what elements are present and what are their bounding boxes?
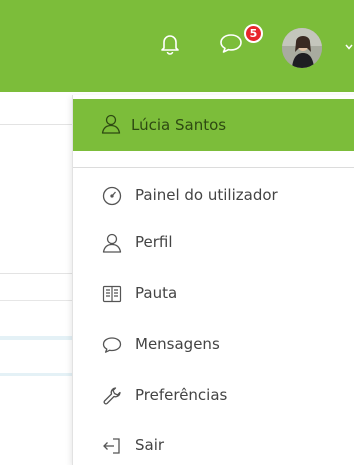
menu-item-preferences[interactable]: Preferências: [73, 377, 354, 415]
menu-item-grades[interactable]: Pauta: [73, 275, 354, 313]
menu-user-header[interactable]: Lúcia Santos: [73, 99, 354, 151]
bell-icon[interactable]: [158, 31, 182, 57]
divider: [0, 124, 72, 125]
wrench-icon: [101, 385, 123, 407]
menu-item-dashboard[interactable]: Painel do utilizador: [73, 177, 354, 215]
divider: [0, 373, 72, 376]
menu-divider: [73, 167, 354, 168]
user-icon: [101, 232, 123, 254]
messages-count-badge: 5: [244, 24, 263, 43]
top-navbar: 5: [0, 0, 354, 92]
divider: [0, 300, 72, 301]
book-icon: [101, 283, 123, 305]
menu-item-label: Perfil: [135, 233, 173, 251]
divider: [0, 273, 72, 274]
chat-bubble-icon[interactable]: [216, 30, 246, 56]
menu-item-label: Mensagens: [135, 335, 220, 353]
menu-item-label: Painel do utilizador: [135, 186, 278, 204]
menu-item-label: Sair: [135, 436, 165, 454]
menu-item-logout[interactable]: Sair: [73, 427, 354, 465]
chevron-down-icon[interactable]: [344, 42, 354, 52]
menu-item-label: Preferências: [135, 386, 228, 404]
sign-out-icon: [101, 435, 123, 457]
menu-user-name: Lúcia Santos: [131, 116, 227, 134]
user-avatar[interactable]: [282, 28, 322, 68]
user-icon: [100, 113, 122, 135]
divider: [0, 336, 72, 340]
menu-item-profile[interactable]: Perfil: [73, 224, 354, 262]
menu-item-label: Pauta: [135, 284, 178, 302]
user-dropdown-menu: Lúcia Santos Painel do utilizador Perfil: [72, 95, 354, 465]
gauge-icon: [101, 185, 123, 207]
chat-bubble-icon: [101, 334, 123, 356]
menu-item-messages[interactable]: Mensagens: [73, 326, 354, 364]
page-background: [0, 92, 72, 460]
